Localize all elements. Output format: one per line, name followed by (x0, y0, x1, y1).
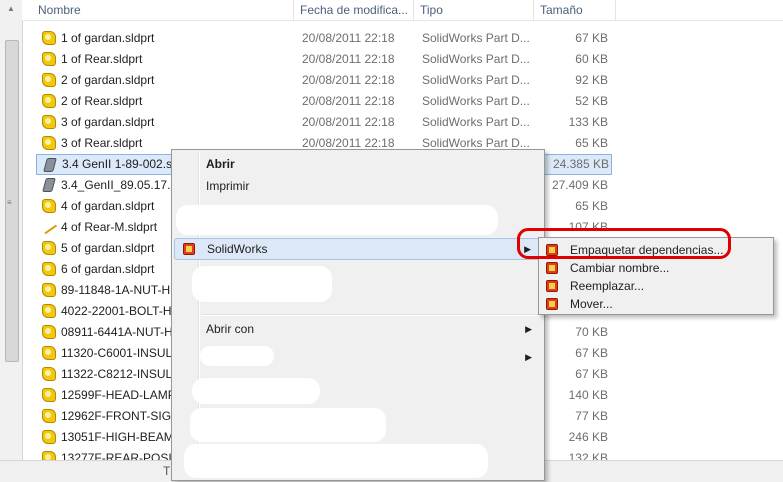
status-text: T (163, 464, 171, 478)
file-name: 08911-6441A-NUT-H (61, 325, 173, 339)
file-size: 67 KB (575, 31, 608, 45)
submenu-item-move[interactable]: Mover... (541, 295, 771, 313)
file-date: 20/08/2011 22:18 (302, 73, 395, 87)
file-name: 11322-C8212-INSULA (61, 367, 181, 381)
file-size: 92 KB (575, 73, 608, 87)
file-name: 89-11848-1A-NUT-H (61, 283, 171, 297)
solidworks-icon (546, 298, 558, 310)
file-name: 3.4 GenII 1-89-002.sld (62, 157, 182, 171)
submenu-item-label: Cambiar nombre... (570, 261, 670, 275)
part-icon (42, 115, 56, 129)
menu-item-open[interactable]: Abrir (174, 153, 542, 175)
file-name: 12599F-HEAD-LAMP (61, 388, 176, 402)
file-type: SolidWorks Part D... (422, 115, 530, 129)
file-type: SolidWorks Part D... (422, 94, 530, 108)
submenu-item-replace[interactable]: Reemplazar... (541, 277, 771, 295)
file-size: 133 KB (568, 115, 608, 129)
part-icon (42, 199, 56, 213)
column-header: Nombre Fecha de modifica... Tipo Tamaño (22, 0, 783, 21)
file-row[interactable]: 2 of Rear.sldprt 20/08/2011 22:18 SolidWor… (36, 91, 612, 112)
file-name: 4022-22001-BOLT-H (61, 304, 172, 318)
redacted-menu-region (192, 266, 332, 302)
drawing-icon (40, 219, 58, 235)
file-name: 4 of Rear-M.sldprt (61, 220, 158, 234)
part-icon (42, 325, 56, 339)
submenu-arrow-icon: ▶ (525, 352, 532, 362)
solidworks-icon (546, 280, 558, 292)
file-name: 12962F-FRONT-SIGN (61, 409, 180, 423)
assembly-icon (42, 178, 56, 192)
file-size: 52 KB (575, 94, 608, 108)
file-name: 3 of gardan.sldprt (61, 115, 155, 129)
menu-item-open-with-label: Abrir con (206, 322, 255, 336)
file-name: 3 of Rear.sldprt (61, 136, 143, 150)
column-header-size[interactable]: Tamaño (534, 0, 616, 20)
context-menu: Abrir Imprimir SolidWorks ▶ Abrir con ▶ … (171, 149, 545, 481)
solidworks-icon (546, 262, 558, 274)
menu-item-submenu[interactable]: ▶ (174, 346, 542, 368)
file-size: 60 KB (575, 52, 608, 66)
file-row[interactable]: 2 of gardan.sldprt 20/08/2011 22:18 SolidW… (36, 70, 612, 91)
file-date: 20/08/2011 22:18 (302, 115, 395, 129)
submenu-arrow-icon: ▶ (525, 324, 532, 334)
menu-item-solidworks-label: SolidWorks (207, 242, 268, 256)
part-icon (42, 31, 56, 45)
column-header-date[interactable]: Fecha de modifica... (294, 0, 414, 20)
part-icon (42, 304, 56, 318)
part-icon (42, 346, 56, 360)
submenu-item-label: Reemplazar... (570, 279, 645, 293)
redacted-menu-region (192, 378, 320, 404)
file-name: 1 of Rear.sldprt (61, 52, 143, 66)
part-icon (42, 136, 56, 150)
part-icon (42, 367, 56, 381)
part-icon (42, 388, 56, 402)
file-name: 5 of gardan.sldprt (61, 241, 155, 255)
file-row[interactable]: 1 of Rear.sldprt 20/08/2011 22:18 SolidWor… (36, 49, 612, 70)
part-icon (42, 283, 56, 297)
scrollbar-grip-icon: ≡ (7, 198, 12, 207)
redacted-menu-region (176, 205, 498, 235)
file-name: 2 of Rear.sldprt (61, 94, 143, 108)
file-row[interactable]: 1 of gardan.sldprt 20/08/2011 22:18 SolidW… (36, 28, 612, 49)
menu-separator (202, 314, 540, 316)
submenu-item-rename[interactable]: Cambiar nombre... (541, 259, 771, 277)
file-name: 3.4_GenII_89.05.17.sl (61, 178, 180, 192)
file-type: SolidWorks Part D... (422, 31, 530, 45)
menu-item-open-label: Abrir (206, 157, 235, 171)
file-type: SolidWorks Part D... (422, 73, 530, 87)
menu-item-solidworks[interactable]: SolidWorks ▶ (174, 238, 542, 260)
file-date: 20/08/2011 22:18 (302, 31, 395, 45)
solidworks-icon (183, 243, 195, 255)
column-header-name[interactable]: Nombre (32, 0, 294, 20)
file-name: 4 of gardan.sldprt (61, 199, 155, 213)
assembly-icon (43, 158, 57, 172)
column-header-type[interactable]: Tipo (414, 0, 534, 20)
redacted-menu-region (190, 408, 386, 442)
file-date: 20/08/2011 22:18 (302, 52, 395, 66)
menu-item-print-label: Imprimir (206, 179, 250, 193)
file-date: 20/08/2011 22:18 (302, 94, 395, 108)
part-icon (42, 430, 56, 444)
part-icon (42, 262, 56, 276)
menu-item-open-with[interactable]: Abrir con ▶ (174, 318, 542, 340)
part-icon (42, 73, 56, 87)
annotation-highlight-ring (517, 228, 731, 259)
submenu-item-label: Mover... (570, 297, 613, 311)
file-name: 11320-C6001-INSULA (61, 346, 181, 360)
part-icon (42, 52, 56, 66)
file-name: 2 of gardan.sldprt (61, 73, 155, 87)
menu-item-print[interactable]: Imprimir (174, 175, 542, 197)
scroll-up-arrow-icon[interactable]: ▲ (7, 4, 15, 13)
file-name: 6 of gardan.sldprt (61, 262, 155, 276)
part-icon (42, 409, 56, 423)
part-icon (42, 241, 56, 255)
file-name: 13051F-HIGH-BEAM (61, 430, 174, 444)
part-icon (42, 94, 56, 108)
file-name: 1 of gardan.sldprt (61, 31, 155, 45)
redacted-menu-region (184, 444, 488, 478)
file-row[interactable]: 3 of gardan.sldprt 20/08/2011 22:18 SolidW… (36, 112, 612, 133)
file-type: SolidWorks Part D... (422, 52, 530, 66)
